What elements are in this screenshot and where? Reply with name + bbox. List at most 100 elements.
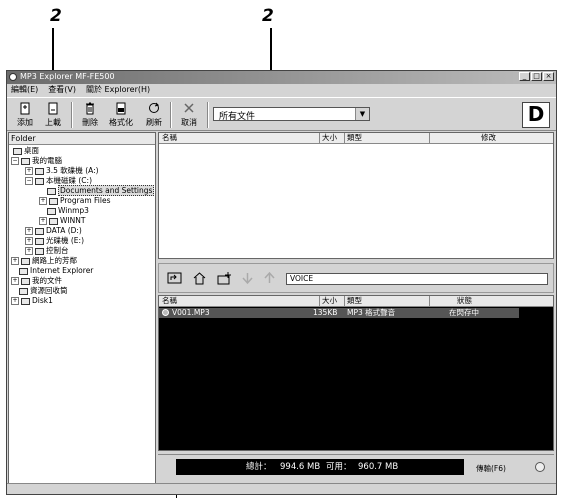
expand-icon[interactable]: +	[25, 227, 33, 235]
callout-number-2: 2	[262, 6, 274, 26]
brand-logo: D	[522, 102, 550, 128]
column-status[interactable]: 狀態	[457, 296, 472, 306]
cancel-button[interactable]: 取消	[175, 101, 203, 128]
control-panel-icon	[35, 247, 44, 255]
device-path-field[interactable]: VOICE	[286, 273, 548, 285]
expand-icon[interactable]: +	[25, 247, 33, 255]
expand-icon[interactable]: +	[25, 167, 33, 175]
hard-drive-icon	[35, 227, 44, 235]
folder-pane-header: Folder	[9, 133, 155, 145]
column-size[interactable]: 大小	[322, 133, 337, 143]
column-modified[interactable]: 修改	[481, 133, 496, 143]
delete-button[interactable]: 刪除	[76, 101, 104, 128]
tree-item[interactable]: + 光碟機 (E:)	[25, 236, 84, 246]
tree-item[interactable]: + Program Files	[39, 196, 111, 206]
device-list-header: 名稱 大小 類型 狀態	[159, 296, 553, 307]
column-divider[interactable]	[344, 133, 345, 143]
network-icon	[21, 257, 30, 265]
toolbar-separator	[207, 102, 209, 128]
expand-icon[interactable]: +	[11, 257, 19, 265]
arrow-down-icon[interactable]	[240, 271, 255, 285]
folder-icon	[49, 197, 58, 205]
column-type[interactable]: 類型	[347, 133, 362, 143]
column-divider[interactable]	[344, 296, 345, 306]
new-folder-icon[interactable]	[217, 271, 232, 285]
tree-item[interactable]: + 控制台	[25, 246, 69, 256]
folder-icon	[49, 217, 58, 225]
tree-item[interactable]: Winmp3	[47, 206, 89, 216]
window-title: MP3 Explorer MF-FE500	[20, 72, 115, 81]
format-icon	[116, 102, 126, 115]
window-bottom-strip	[7, 483, 556, 494]
add-button[interactable]: 添加	[11, 101, 39, 128]
column-type[interactable]: 類型	[347, 296, 362, 306]
tree-item[interactable]: + Disk1	[11, 296, 53, 306]
free-value: 960.7 MB	[358, 462, 399, 472]
expand-icon[interactable]: +	[39, 217, 47, 225]
tree-item[interactable]: 桌面	[13, 146, 39, 156]
upload-icon	[48, 102, 58, 115]
maximize-button[interactable]: □	[531, 72, 542, 81]
expand-icon[interactable]: +	[39, 197, 47, 205]
callout-number-1: 2	[50, 6, 62, 26]
column-divider[interactable]	[319, 296, 320, 306]
hard-drive-icon	[35, 177, 44, 185]
column-divider[interactable]	[319, 133, 320, 143]
table-row[interactable]: V001.MP3 135KB MP3 格式聲音 在閃存中	[159, 308, 519, 318]
tree-item[interactable]: + DATA (D:)	[25, 226, 82, 236]
home-icon[interactable]	[192, 271, 207, 285]
device-file-list[interactable]: 名稱 大小 類型 狀態 V001.MP3 135KB MP3 格式聲音 在閃存中	[158, 295, 554, 451]
total-value: 994.6 MB	[280, 462, 321, 472]
parent-folder-icon[interactable]	[167, 271, 182, 285]
total-label: 總計：	[246, 462, 272, 472]
tree-item-selected[interactable]: Documents and Settings	[47, 185, 155, 196]
expand-icon[interactable]: +	[25, 237, 33, 245]
menu-view[interactable]: 查看(V)	[48, 84, 76, 96]
desktop-icon	[13, 147, 22, 155]
arrow-up-icon[interactable]	[262, 271, 277, 285]
tree-item[interactable]: + WINNT	[39, 216, 85, 226]
column-divider[interactable]	[429, 296, 430, 306]
file-status: 在閃存中	[449, 308, 479, 317]
folder-tree-pane: Folder 桌面 − 我的電腦 +3.5 軟碟機 (A:) − 本機磁碟 (C:)…	[8, 132, 156, 484]
close-button[interactable]: ×	[543, 72, 554, 81]
column-size[interactable]: 大小	[322, 296, 337, 306]
expand-icon[interactable]: +	[11, 277, 19, 285]
tree-item[interactable]: +3.5 軟碟機 (A:)	[25, 166, 99, 176]
format-button[interactable]: 格式化	[107, 101, 135, 128]
refresh-button[interactable]: 刷新	[140, 101, 168, 128]
tree-item[interactable]: 資源回收筒	[19, 286, 68, 296]
floppy-drive-icon	[35, 167, 44, 175]
menu-edit[interactable]: 編輯(E)	[11, 84, 38, 96]
pc-file-list[interactable]: 名稱 大小 類型 修改	[158, 132, 554, 259]
column-divider[interactable]	[429, 133, 430, 143]
tree-item[interactable]: − 我的電腦	[11, 156, 62, 166]
column-name[interactable]: 名稱	[162, 133, 177, 143]
app-window: MP3 Explorer MF-FE500 _ □ × 編輯(E) 查看(V) …	[6, 70, 557, 495]
disk-icon	[21, 297, 30, 305]
collapse-icon[interactable]: −	[11, 157, 19, 165]
expand-icon[interactable]: +	[11, 297, 19, 305]
free-label: 可用：	[326, 462, 352, 472]
minimize-button[interactable]: _	[519, 72, 530, 81]
file-type-filter[interactable]: 所有文件 ▼	[213, 107, 370, 122]
capacity-display: 總計： 994.6 MB 可用： 960.7 MB	[176, 459, 464, 475]
column-name[interactable]: 名稱	[162, 296, 177, 306]
menu-about[interactable]: 關於 Explorer(H)	[86, 84, 150, 96]
app-icon	[9, 73, 17, 81]
collapse-icon[interactable]: −	[25, 177, 33, 185]
tree-item[interactable]: Internet Explorer	[19, 266, 93, 276]
computer-icon	[21, 157, 30, 165]
cancel-icon	[184, 103, 194, 113]
transfer-label: 傳輸(F6)	[476, 464, 506, 473]
cd-drive-icon	[35, 237, 44, 245]
tree-item[interactable]: + 我的文件	[11, 276, 62, 286]
title-bar[interactable]: MP3 Explorer MF-FE500 _ □ ×	[7, 71, 556, 84]
chevron-down-icon[interactable]: ▼	[355, 108, 369, 120]
folder-icon	[47, 207, 56, 215]
toolbar-separator	[71, 102, 73, 128]
status-bar: 總計： 994.6 MB 可用： 960.7 MB 傳輸(F6)	[158, 454, 554, 479]
upload-button[interactable]: 上載	[39, 101, 67, 128]
tree-item[interactable]: + 網路上的芳鄰	[11, 256, 77, 266]
file-name: V001.MP3	[172, 308, 210, 317]
